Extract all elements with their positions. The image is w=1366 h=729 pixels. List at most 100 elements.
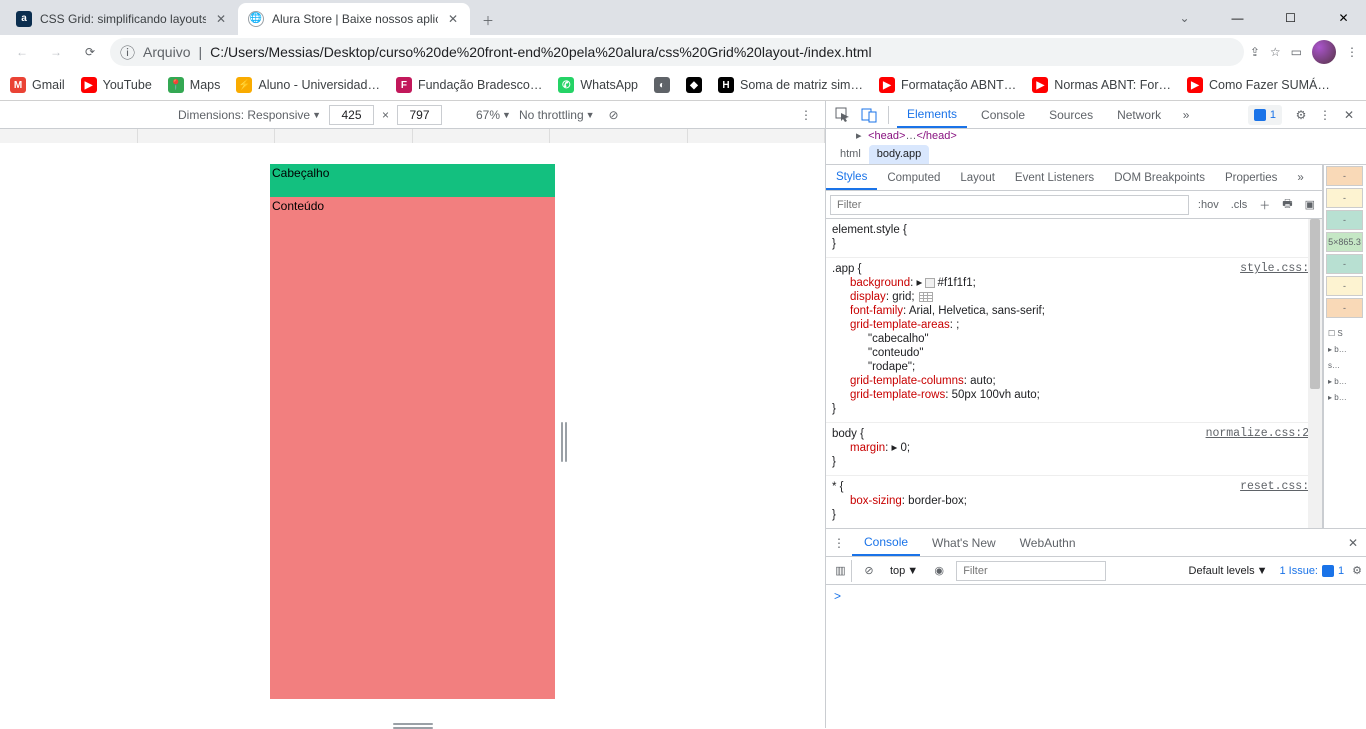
issues-badge[interactable]: 1 xyxy=(1248,105,1282,125)
close-devtools-icon[interactable]: ✕ xyxy=(1338,104,1360,126)
dom-tree-line[interactable]: ▸ <head>…</head> xyxy=(826,129,1366,145)
new-tab-button[interactable]: ＋ xyxy=(474,7,502,35)
back-button[interactable]: ← xyxy=(8,38,36,66)
rendered-page[interactable]: Cabeçalho Conteúdo xyxy=(270,164,555,719)
reading-list-icon[interactable]: ▭ xyxy=(1291,45,1302,59)
drawer-tab-webauthn[interactable]: WebAuthn xyxy=(1008,529,1088,556)
bookmark-item[interactable]: ▶YouTube xyxy=(75,73,158,97)
close-icon[interactable]: ✕ xyxy=(446,12,460,26)
box-model-chip[interactable]: - xyxy=(1326,188,1363,208)
info-icon[interactable]: ⓘ xyxy=(120,42,135,63)
zoom-selector[interactable]: 67%▼ xyxy=(476,108,511,122)
box-model-chip[interactable]: - xyxy=(1326,276,1363,296)
copy-styles-icon[interactable]: 🖶 xyxy=(1279,195,1295,214)
live-expression-icon[interactable]: ◉ xyxy=(928,560,950,582)
box-model-chip[interactable]: - xyxy=(1326,166,1363,186)
bookmark-item[interactable]: ✆WhatsApp xyxy=(552,73,644,97)
styles-filter-input[interactable] xyxy=(830,195,1189,215)
side-list-item[interactable]: ☐ S xyxy=(1326,326,1363,340)
side-list-item[interactable]: ▸ b… xyxy=(1326,374,1363,388)
height-input[interactable] xyxy=(397,105,442,125)
crumb-html[interactable]: html xyxy=(832,145,869,164)
console-filter-input[interactable] xyxy=(956,561,1106,581)
more-subtabs-icon[interactable]: » xyxy=(1287,165,1313,190)
reload-button[interactable]: ⟳ xyxy=(76,38,104,66)
drawer-tab-whatsnew[interactable]: What's New xyxy=(920,529,1008,556)
drawer-close-icon[interactable]: ✕ xyxy=(1340,536,1366,550)
console-issues[interactable]: 1 Issue: 1 xyxy=(1279,565,1344,577)
subtab-dom-breakpoints[interactable]: DOM Breakpoints xyxy=(1104,165,1215,190)
bookmark-item[interactable]: ▶Como Fazer SUMÁ… xyxy=(1181,73,1336,97)
clear-console-icon[interactable]: ⊘ xyxy=(858,560,880,582)
box-model-chip[interactable]: 5×865.3 xyxy=(1326,232,1363,252)
cls-toggle[interactable]: .cls xyxy=(1228,199,1251,211)
forward-button[interactable]: → xyxy=(42,38,70,66)
computed-toggle-icon[interactable]: ▣ xyxy=(1302,198,1318,211)
chevron-down-icon[interactable]: ⌄ xyxy=(1162,3,1207,33)
tab-elements[interactable]: Elements xyxy=(897,101,967,128)
console-settings-icon[interactable]: ⚙ xyxy=(1352,564,1362,577)
crumb-body-app[interactable]: body.app xyxy=(869,145,929,164)
box-model-chip[interactable]: - xyxy=(1326,210,1363,230)
rule-source-link[interactable]: normalize.css:23 xyxy=(1206,427,1316,441)
tab-network[interactable]: Network xyxy=(1107,101,1171,128)
scrollbar[interactable] xyxy=(1308,219,1322,528)
bookmark-item[interactable]: ◆ xyxy=(680,73,708,97)
close-icon[interactable]: ✕ xyxy=(214,12,228,26)
inspect-icon[interactable] xyxy=(832,104,854,126)
rotate-icon[interactable]: ⊘ xyxy=(603,104,625,126)
drawer-menu-icon[interactable]: ⋮ xyxy=(826,536,852,550)
styles-rules[interactable]: element.style {}.app {style.css:1backgro… xyxy=(826,219,1322,528)
hov-toggle[interactable]: :hov xyxy=(1195,199,1222,211)
media-query-ruler[interactable] xyxy=(0,129,825,143)
bookmark-item[interactable]: ▶Normas ABNT: For… xyxy=(1026,73,1177,97)
tab-console[interactable]: Console xyxy=(971,101,1035,128)
context-selector[interactable]: top ▼ xyxy=(886,565,922,577)
box-model-chip[interactable]: - xyxy=(1326,254,1363,274)
kebab-icon[interactable]: ⋮ xyxy=(1314,104,1336,126)
menu-icon[interactable]: ⋮ xyxy=(1346,45,1358,59)
dimensions-selector[interactable]: Dimensions: Responsive▼ xyxy=(178,108,321,122)
console-sidebar-icon[interactable]: ▥ xyxy=(830,560,852,582)
minimize-button[interactable]: — xyxy=(1215,3,1260,33)
subtab-properties[interactable]: Properties xyxy=(1215,165,1287,190)
css-rule[interactable]: .app {style.css:1background: ▸ #f1f1f1;d… xyxy=(826,258,1322,423)
side-list-item[interactable]: ▸ b… xyxy=(1326,342,1363,356)
box-model-chip[interactable]: - xyxy=(1326,298,1363,318)
levels-selector[interactable]: Default levels ▼ xyxy=(1185,565,1272,577)
device-toggle-icon[interactable] xyxy=(858,104,880,126)
side-list-item[interactable]: s… xyxy=(1326,358,1363,372)
throttling-selector[interactable]: No throttling▼ xyxy=(519,108,595,122)
browser-tab-active[interactable]: 🌐 Alura Store | Baixe nossos aplicat ✕ xyxy=(238,3,470,35)
width-input[interactable] xyxy=(329,105,374,125)
share-icon[interactable]: ⇪ xyxy=(1250,45,1260,59)
bookmark-item[interactable]: ⚡Aluno - Universidad… xyxy=(230,73,386,97)
rule-source-link[interactable]: reset.css:1 xyxy=(1240,480,1316,494)
resize-handle-right[interactable] xyxy=(561,422,569,462)
more-tabs-icon[interactable]: » xyxy=(1175,104,1197,126)
bookmark-item[interactable]: ▶Formatação ABNT… xyxy=(873,73,1022,97)
subtab-styles[interactable]: Styles xyxy=(826,165,877,190)
scrollbar-thumb[interactable] xyxy=(1310,219,1320,389)
css-rule[interactable]: element.style {} xyxy=(826,219,1322,258)
bookmark-item[interactable]: MGmail xyxy=(4,73,71,97)
subtab-event-listeners[interactable]: Event Listeners xyxy=(1005,165,1104,190)
omnibox[interactable]: ⓘ Arquivo | C:/Users/Messias/Desktop/cur… xyxy=(110,38,1244,66)
subtab-computed[interactable]: Computed xyxy=(877,165,950,190)
maximize-button[interactable]: ☐ xyxy=(1268,3,1313,33)
bookmark-star-icon[interactable]: ☆ xyxy=(1270,45,1281,59)
drawer-tab-console[interactable]: Console xyxy=(852,529,920,556)
bookmark-item[interactable]: HSoma de matriz sim… xyxy=(712,73,869,97)
css-rule[interactable]: body {normalize.css:23margin: ▸ 0;} xyxy=(826,423,1322,476)
bookmark-item[interactable]: 📍Maps xyxy=(162,73,227,97)
css-rule[interactable]: * {reset.css:1box-sizing: border-box;} xyxy=(826,476,1322,528)
new-rule-icon[interactable]: ＋ xyxy=(1256,197,1273,213)
bookmark-item[interactable]: FFundação Bradesco… xyxy=(390,73,548,97)
more-icon[interactable]: ⋮ xyxy=(795,104,817,126)
bookmark-item[interactable]: ◐ xyxy=(648,73,676,97)
resize-handle-bottom[interactable] xyxy=(393,723,433,729)
profile-avatar[interactable] xyxy=(1312,40,1336,64)
close-window-button[interactable]: ✕ xyxy=(1321,3,1366,33)
subtab-layout[interactable]: Layout xyxy=(950,165,1005,190)
gear-icon[interactable]: ⚙ xyxy=(1290,104,1312,126)
